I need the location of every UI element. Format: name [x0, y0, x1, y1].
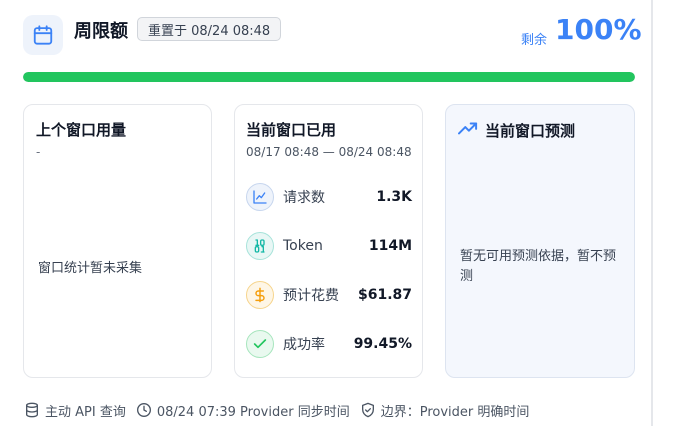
remaining-value: 100% [555, 13, 642, 46]
forecast-panel: 当前窗口预测 暂无可用预测依据，暂不预测 [445, 104, 635, 378]
metric-label: 预计花费 [283, 288, 339, 304]
check-icon [246, 330, 274, 358]
clock-icon [136, 403, 151, 417]
card-border [651, 0, 653, 426]
previous-window-title: 上个窗口用量 [36, 121, 127, 139]
metric-value: 114M [368, 238, 412, 254]
footer-boundary-text: 边界：Provider 明确时间 [380, 404, 530, 420]
current-window-title: 当前窗口已用 [246, 121, 337, 139]
metric-requests: 请求数 1.3K [246, 182, 412, 212]
forecast-header: 当前窗口预测 [457, 119, 575, 141]
quota-progress-fill [23, 72, 635, 82]
metric-label: 请求数 [283, 190, 325, 206]
quota-title: 周限额 [74, 21, 128, 42]
footer-item-sync-time: 08/24 07:39 Provider 同步时间 [136, 401, 350, 420]
database-icon [26, 402, 38, 418]
metric-success-rate: 成功率 99.45% [246, 329, 412, 359]
metric-value: 1.3K [376, 189, 412, 205]
forecast-message: 暂无可用预测依据，暂不预测 [460, 249, 617, 284]
footer-sync-text: 08/24 07:39 Provider 同步时间 [156, 404, 350, 420]
quota-progress-bar [23, 72, 635, 82]
remaining-label: 剩余 [521, 33, 548, 48]
footer-item-boundary: 边界：Provider 明确时间 [360, 401, 530, 420]
metric-cost: 预计花费 $61.87 [246, 280, 412, 310]
trending-up-icon [457, 119, 479, 141]
metric-label: 成功率 [283, 337, 325, 353]
metric-value: $61.87 [357, 287, 412, 303]
footer-item-source: 主动 API 查询 [24, 401, 126, 420]
metric-value: 99.45% [353, 336, 412, 352]
reset-time-badge: 重置于 08/24 08:48 [137, 17, 282, 41]
binary-icon [246, 232, 274, 260]
calendar-icon [23, 15, 63, 55]
footer-meta: 主动 API 查询 08/24 07:39 Provider 同步时间 边界：P… [24, 400, 539, 420]
metric-label: Token [283, 238, 323, 254]
current-window-range: 08/17 08:48 — 08/24 08:48 [246, 145, 412, 159]
previous-window-panel: 上个窗口用量 - 窗口统计暂未采集 [23, 104, 212, 378]
previous-window-message: 窗口统计暂未采集 [38, 261, 143, 276]
previous-window-dash: - [36, 145, 41, 159]
shield-check-icon [361, 402, 374, 418]
dollar-icon [246, 281, 274, 309]
forecast-title: 当前窗口预测 [485, 121, 576, 140]
footer-source-text: 主动 API 查询 [45, 404, 126, 420]
line-chart-icon [246, 183, 274, 211]
current-window-panel: 当前窗口已用 08/17 08:48 — 08/24 08:48 请求数 1.3… [234, 104, 423, 378]
metric-tokens: Token 114M [246, 231, 412, 261]
